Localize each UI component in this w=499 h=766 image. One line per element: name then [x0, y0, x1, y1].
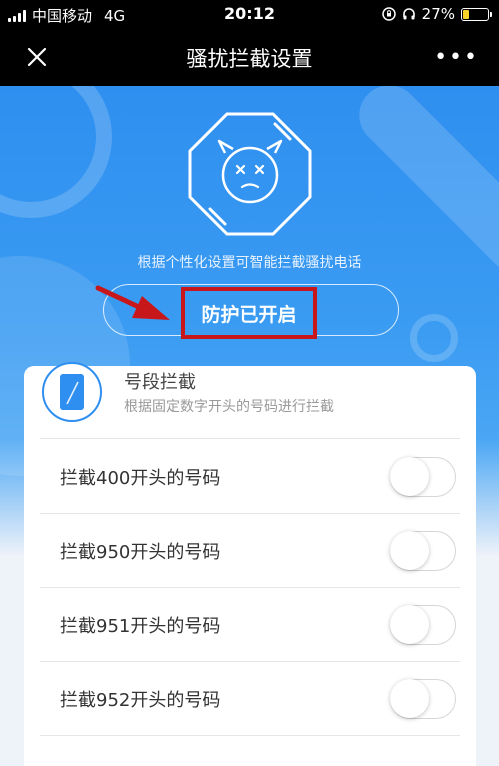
segment-title: 号段拦截: [124, 372, 196, 393]
toggle-knob: [390, 678, 429, 718]
toggle-knob: [390, 530, 429, 570]
rule-toggle[interactable]: [390, 604, 456, 645]
status-right: 27%: [381, 5, 492, 23]
rule-toggle[interactable]: [390, 456, 456, 497]
battery-icon: [461, 7, 492, 21]
rule-label: 拦截400开头的号码: [60, 467, 221, 489]
headphones-icon: [402, 8, 415, 20]
battery-percent: 27%: [421, 5, 455, 23]
orientation-lock-icon: [381, 7, 396, 21]
phone-icon: [42, 362, 102, 422]
rule-row: 拦截400开头的号码: [40, 440, 460, 514]
hero-subtitle: 根据个性化设置可智能拦截骚扰电话: [137, 255, 362, 271]
rule-list: 拦截400开头的号码 拦截950开头的号码 拦截951开头的号码 拦截952开头…: [40, 440, 460, 736]
toggle-knob: [390, 604, 429, 644]
decor-ring: [0, 86, 112, 218]
divider: [40, 438, 460, 439]
rule-row: 拦截951开头的号码: [40, 588, 460, 662]
page-title: 骚扰拦截设置: [186, 47, 313, 71]
rule-label: 拦截952开头的号码: [60, 689, 221, 711]
protection-status-label: 防护已开启: [201, 303, 297, 326]
segment-description: 根据固定数字开头的号码进行拦截: [124, 399, 334, 415]
phone-glyph-icon: [60, 374, 84, 410]
nav-bar: 骚扰拦截设置 •••: [0, 28, 499, 86]
status-bar: 中国移动 4G 20:12 27%: [0, 0, 499, 28]
segment-card: 号段拦截 根据固定数字开头的号码进行拦截 拦截400开头的号码 拦截950开头的…: [24, 362, 476, 766]
rule-toggle[interactable]: [390, 678, 456, 719]
rule-label: 拦截950开头的号码: [60, 541, 221, 563]
rule-toggle[interactable]: [390, 530, 456, 571]
protection-status-highlight[interactable]: 防护已开启: [181, 287, 317, 339]
rule-row: 拦截950开头的号码: [40, 514, 460, 588]
more-icon[interactable]: •••: [434, 45, 479, 70]
decor-ring-small: [410, 314, 458, 362]
shield-mascot-icon: [188, 112, 312, 236]
toggle-knob: [390, 456, 429, 496]
rule-row: 拦截952开头的号码: [40, 662, 460, 736]
rule-label: 拦截951开头的号码: [60, 615, 221, 637]
annotation-arrow-icon: [95, 285, 170, 320]
